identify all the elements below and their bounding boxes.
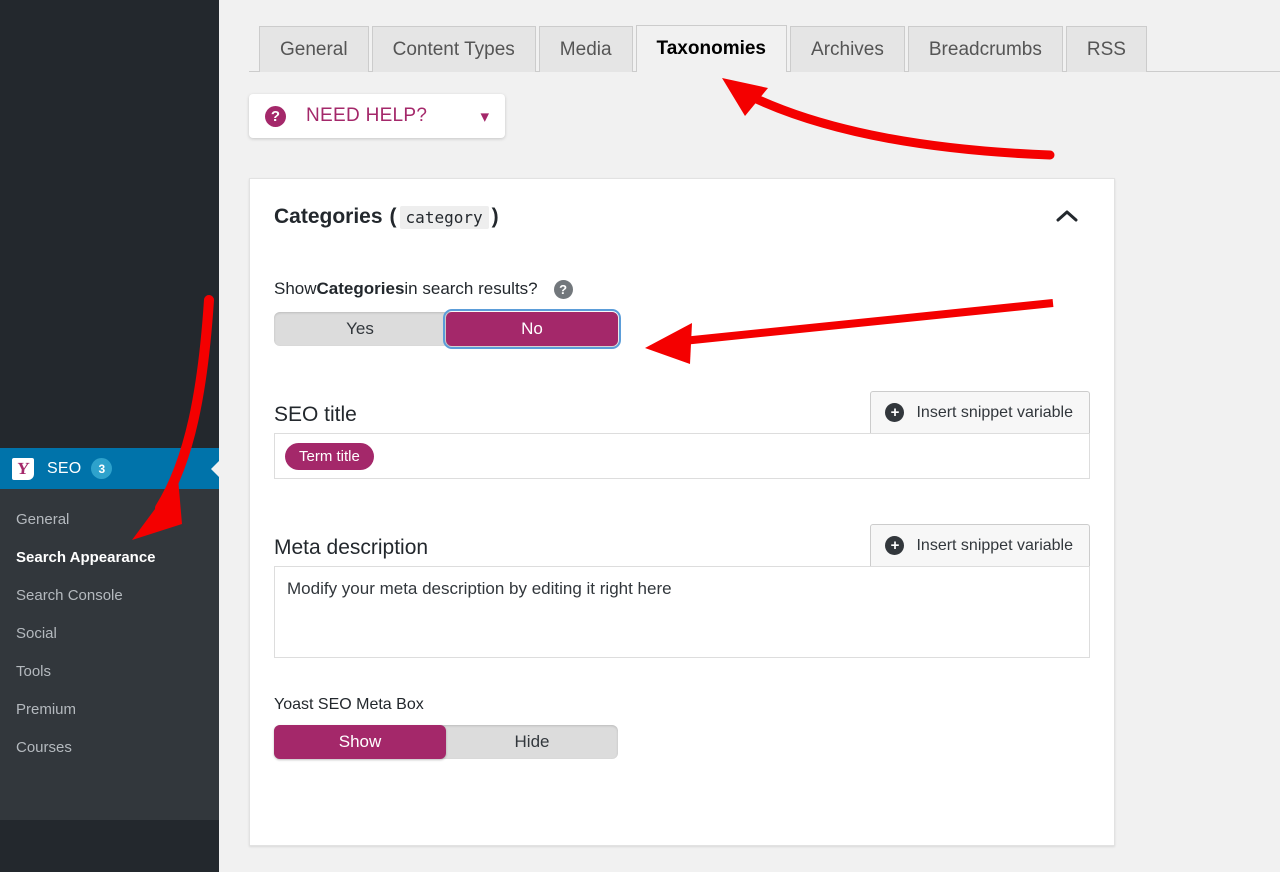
seo-update-badge: 3 (91, 458, 112, 479)
card-title-open-paren: ( (390, 205, 397, 229)
show-in-search-label: Show Categories in search results? ? (274, 279, 1090, 299)
tab-rss[interactable]: RSS (1066, 26, 1147, 72)
card-header: Categories ( category ) (250, 179, 1114, 231)
sidebar-lower-spacer (0, 820, 219, 872)
toggle-option-hide[interactable]: Hide (446, 725, 618, 759)
page-title: Categories ( category ) (274, 205, 499, 229)
insert-snippet-variable-button-meta[interactable]: + Insert snippet variable (870, 524, 1090, 566)
meta-description-row-head: Meta description + Insert snippet variab… (274, 524, 1090, 566)
seo-title-row-head: SEO title + Insert snippet variable (274, 391, 1090, 433)
toggle-option-no[interactable]: No (446, 312, 618, 346)
yoast-logo-letter: Y (16, 460, 30, 477)
tab-taxonomies[interactable]: Taxonomies (636, 25, 787, 72)
card-title-close-paren: ) (492, 205, 499, 229)
sidebar-item-courses[interactable]: Courses (0, 729, 219, 767)
insert-snippet-variable-label: Insert snippet variable (916, 537, 1073, 555)
show-in-search-label-prefix: Show (274, 279, 317, 299)
seo-title-label: SEO title (274, 403, 357, 433)
show-in-search-label-suffix: in search results? (404, 279, 537, 299)
chevron-down-icon: ▾ (480, 108, 489, 125)
sidebar-item-tools[interactable]: Tools (0, 653, 219, 691)
sidebar-item-search-console[interactable]: Search Console (0, 577, 219, 615)
chevron-up-icon[interactable] (1050, 203, 1084, 231)
wp-admin-sidebar: Y SEO 3 General Search Appearance Search… (0, 0, 219, 872)
insert-snippet-variable-label: Insert snippet variable (916, 404, 1073, 422)
meta-description-label: Meta description (274, 536, 428, 566)
sidebar-item-seo[interactable]: Y SEO 3 (0, 448, 219, 489)
tab-general[interactable]: General (259, 26, 369, 72)
meta-description-textarea[interactable]: Modify your meta description by editing … (274, 566, 1090, 658)
insert-snippet-variable-button-title[interactable]: + Insert snippet variable (870, 391, 1090, 433)
seo-title-input[interactable]: Term title (274, 433, 1090, 479)
categories-settings-card: Categories ( category ) Show Categories … (249, 178, 1115, 846)
tab-archives[interactable]: Archives (790, 26, 905, 72)
sidebar-item-premium[interactable]: Premium (0, 691, 219, 729)
card-body: Show Categories in search results? ? Yes… (250, 279, 1114, 759)
toggle-option-show[interactable]: Show (274, 725, 446, 759)
sidebar-item-social[interactable]: Social (0, 615, 219, 653)
sidebar-upper-spacer (0, 0, 219, 448)
tab-media[interactable]: Media (539, 26, 633, 72)
show-in-search-label-bold: Categories (317, 279, 405, 299)
settings-tabbar: General Content Types Media Taxonomies A… (259, 24, 1150, 72)
need-help-label: NEED HELP? (306, 105, 427, 127)
question-mark-circle-icon: ? (265, 106, 286, 127)
meta-box-label: Yoast SEO Meta Box (274, 696, 1090, 714)
need-help-button[interactable]: ? NEED HELP? ▾ (249, 94, 505, 138)
taxonomy-slug-code: category (400, 206, 489, 229)
main-content: General Content Types Media Taxonomies A… (219, 0, 1280, 872)
meta-box-toggle[interactable]: Show Hide (274, 725, 618, 759)
toggle-option-yes[interactable]: Yes (274, 312, 446, 346)
seo-submenu: General Search Appearance Search Console… (0, 489, 219, 820)
help-tooltip-icon[interactable]: ? (554, 280, 573, 299)
snippet-variable-pill[interactable]: Term title (285, 443, 374, 470)
plus-circle-icon: + (885, 403, 904, 422)
sidebar-item-seo-label: SEO (47, 460, 81, 478)
sidebar-item-search-appearance[interactable]: Search Appearance (0, 539, 219, 577)
sidebar-item-general[interactable]: General (0, 501, 219, 539)
card-title-text: Categories (274, 205, 383, 229)
tab-content-types[interactable]: Content Types (372, 26, 536, 72)
yoast-logo-icon: Y (12, 458, 34, 480)
plus-circle-icon: + (885, 536, 904, 555)
tab-breadcrumbs[interactable]: Breadcrumbs (908, 26, 1063, 72)
show-in-search-toggle[interactable]: Yes No (274, 312, 618, 346)
app-root: Y SEO 3 General Search Appearance Search… (0, 0, 1280, 872)
